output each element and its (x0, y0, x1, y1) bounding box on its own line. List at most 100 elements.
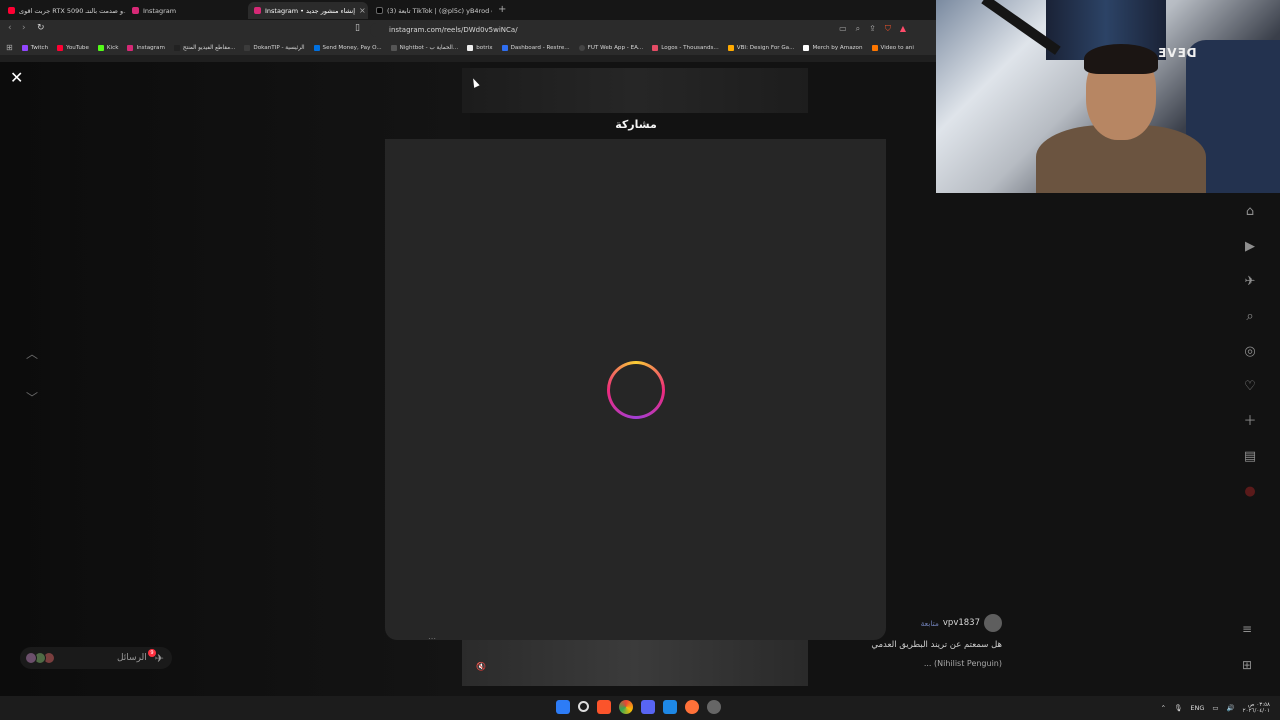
bookmark-tiktok-videos[interactable]: مقاطع الفيديو المنتج... (173, 44, 236, 51)
clock-date: ٢٠٢٦/٠٤/٠١ (1242, 708, 1270, 714)
tab-instagram-create[interactable]: Instagram • إنشاء منشور جديد × (248, 2, 368, 19)
bookmark-merch[interactable]: Merch by Amazon (803, 44, 863, 51)
apps-grid-icon[interactable]: ⊞ (6, 43, 13, 52)
tab-title: Instagram • إنشاء منشور جديد (265, 6, 356, 15)
brave-shield-icon[interactable]: ⛉ (885, 24, 891, 34)
search-icon[interactable] (578, 701, 589, 712)
brave-browser-icon[interactable] (597, 700, 611, 714)
language-indicator[interactable]: ENG (1190, 704, 1204, 712)
bookmark-youtube[interactable]: YouTube (57, 44, 89, 51)
webcam-overlay: ƎVƎᗡ (936, 0, 1280, 193)
messages-badge: 9 (148, 649, 156, 657)
kick-icon (97, 44, 104, 51)
side-navigation: ⌂ ▶ ✈ ⌕ ◎ ♡ ＋ ▤ ● (1236, 202, 1264, 502)
bookmark-dokantip[interactable]: DokanTIP - الرئيسية (244, 44, 305, 51)
forward-icon[interactable]: › (22, 23, 26, 33)
search-icon[interactable]: ⌕ (1246, 307, 1253, 327)
explore-icon[interactable]: ◎ (1244, 342, 1255, 362)
caption-text: هل سمعتم عن تريند البطريق العدمي (871, 640, 1002, 650)
menu-icon[interactable]: ≡ (1242, 622, 1252, 636)
chevron-up-icon[interactable]: ⌃ (1161, 704, 1166, 712)
avatar[interactable] (984, 614, 1002, 632)
bookmark-video-to-anim[interactable]: Video to ani (871, 44, 914, 51)
new-tab-button[interactable]: + (498, 4, 506, 15)
mute-icon[interactable]: 🔇 (476, 662, 486, 671)
bookmark-label: Send Money, Pay O... (322, 44, 382, 51)
caption-more[interactable]: (Nihilist Penguin) ... (840, 659, 1002, 668)
bookmark-vbi[interactable]: VBI: Design For Ga... (727, 44, 794, 51)
amazon-icon (803, 44, 810, 51)
bookmark-label: FUT Web App - EA... (587, 44, 644, 51)
share-icon[interactable]: ⇪ (869, 24, 876, 34)
bookmark-logos[interactable]: Logos - Thousands... (652, 44, 719, 51)
reels-icon[interactable]: ▶ (1245, 237, 1255, 257)
loading-spinner (607, 361, 665, 419)
streaming-app-icon[interactable] (663, 700, 677, 714)
vbi-icon (727, 44, 734, 51)
bookmark-label: YouTube (66, 44, 89, 51)
twitch-icon (21, 44, 28, 51)
clock[interactable]: ٠٣:٥٨ ص ٢٠٢٦/٠٤/٠١ (1243, 702, 1270, 714)
profile-icon[interactable]: ● (1244, 482, 1255, 502)
discord-icon[interactable] (641, 700, 655, 714)
dokantip-icon (244, 44, 251, 51)
username[interactable]: vpv1837 (943, 618, 980, 628)
bookmark-icon[interactable]: ▯ (355, 23, 360, 33)
globe-icon (578, 44, 585, 51)
follow-link[interactable]: متابعة (921, 619, 939, 628)
settings-icon[interactable] (707, 700, 721, 714)
bookmark-restream[interactable]: Dashboard - Restre... (501, 44, 570, 51)
home-icon[interactable]: ⌂ (1246, 202, 1254, 222)
tab-instagram[interactable]: Instagram (126, 2, 248, 19)
bookmark-kick[interactable]: Kick (97, 44, 118, 51)
messenger-icon[interactable]: ✈ (1245, 272, 1256, 292)
bookmark-label: botrix (476, 44, 493, 51)
tiktok-icon (173, 44, 180, 51)
bookmark-botrix[interactable]: botrix (467, 44, 493, 51)
tab-title: تابعة (3) TikTok | (@pl5c) yB4rod ea (387, 6, 492, 15)
brave-rewards-icon[interactable]: ▲ (900, 24, 906, 34)
more-options-icon[interactable]: ⋯ (428, 634, 436, 643)
microphone-icon[interactable]: 🎙 (1174, 704, 1182, 712)
youtube-icon (57, 44, 64, 51)
zoom-icon[interactable]: ⌕ (856, 24, 860, 34)
chevron-down-icon[interactable]: ﹀ (24, 389, 40, 406)
bookmark-label: Instagram (136, 44, 165, 51)
bookmark-label: Nightbot - الحماية ب... (399, 44, 459, 51)
bookmark-nightbot[interactable]: Nightbot - الحماية ب... (390, 44, 459, 51)
meta-apps-icon[interactable]: ⊞ (1242, 658, 1252, 672)
volume-icon[interactable]: 🔊 (1227, 704, 1235, 712)
modal-title: مشاركة (615, 118, 657, 131)
tab-tiktok[interactable]: تابعة (3) TikTok | (@pl5c) yB4rod ea (370, 2, 492, 19)
tab-strip: جربت اقوى RTX 5090 و صدمت بالنتـ... Inst… (0, 0, 936, 20)
chair-logo: ƎVƎᗡ (1158, 46, 1198, 60)
reel-preview-top (462, 68, 808, 113)
reload-icon[interactable]: ↻ (37, 23, 45, 33)
network-icon[interactable]: ▭ (1212, 704, 1218, 712)
url-field[interactable]: instagram.com/reels/DWd0v5wiNCa/ (370, 23, 910, 37)
cast-icon[interactable]: ▭ (839, 24, 847, 34)
bookmark-label: Video to ani (880, 44, 914, 51)
post-author[interactable]: vpv1837 متابعة (840, 614, 1002, 632)
heart-icon[interactable]: ♡ (1244, 377, 1256, 397)
bookmark-twitch[interactable]: Twitch (21, 44, 48, 51)
dashboard-icon[interactable]: ▤ (1244, 447, 1256, 467)
chevron-up-icon[interactable]: ︿ (24, 345, 40, 362)
back-icon[interactable]: ‹ (8, 23, 12, 33)
bookmark-label: مقاطع الفيديو المنتج... (182, 44, 236, 51)
address-actions: ▭ ⌕ ⇪ ⛉ ▲ (839, 24, 906, 34)
tab-youtube[interactable]: جربت اقوى RTX 5090 و صدمت بالنتـ... (2, 2, 126, 19)
youtube-icon (8, 7, 15, 14)
chrome-icon[interactable] (619, 700, 633, 714)
bookmark-paypal[interactable]: Send Money, Pay O... (313, 44, 382, 51)
bookmark-instagram[interactable]: Instagram (127, 44, 165, 51)
close-icon[interactable]: ✕ (10, 68, 23, 87)
bookmark-fut[interactable]: FUT Web App - EA... (578, 44, 644, 51)
create-icon[interactable]: ＋ (1243, 412, 1256, 432)
send-icon: ✈ (154, 651, 164, 665)
paypal-icon (313, 44, 320, 51)
message-avatars (25, 652, 55, 664)
close-tab-icon[interactable]: × (359, 6, 366, 15)
windows-start-icon[interactable] (556, 700, 570, 714)
firefox-icon[interactable] (685, 700, 699, 714)
